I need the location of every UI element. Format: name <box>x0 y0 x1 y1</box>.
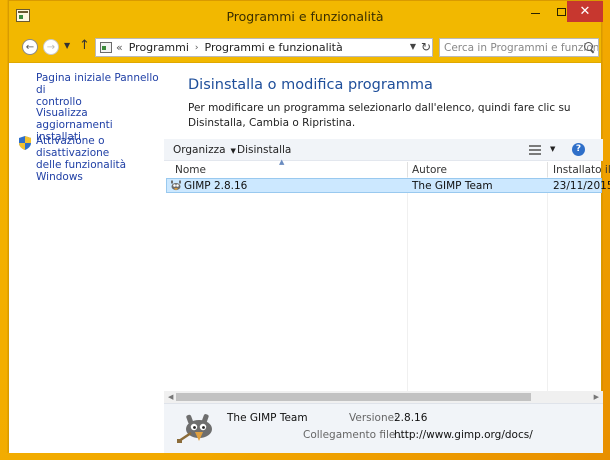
column-gridline <box>547 177 548 391</box>
column-divider[interactable] <box>407 162 408 177</box>
main-content: Disinstalla o modifica programma Per mod… <box>164 64 610 453</box>
arrow-right-icon: → <box>46 41 56 53</box>
close-button[interactable]: ✕ <box>567 1 603 22</box>
column-header-name[interactable]: Nome <box>175 164 206 176</box>
chevron-down-icon: ▼ <box>230 147 236 155</box>
minimize-button[interactable] <box>521 1 549 22</box>
column-gridline <box>407 177 408 391</box>
recent-locations-dropdown[interactable]: ▼ <box>64 41 70 50</box>
column-header-publisher[interactable]: Autore <box>412 164 447 176</box>
organize-button[interactable]: Organizza ▼ <box>173 144 236 156</box>
shield-icon <box>19 136 31 150</box>
row-name: GIMP 2.8.16 <box>184 180 248 192</box>
details-publisher: The GIMP Team <box>227 412 308 424</box>
list-header: ▲ Nome Autore Installato il <box>164 158 610 177</box>
window-title: Programmi e funzionalità <box>226 9 384 24</box>
horizontal-scrollbar[interactable]: ◀ ▶ <box>164 391 603 403</box>
view-options-icon[interactable] <box>529 145 541 155</box>
sidebar-link-control-panel-home[interactable]: Pagina iniziale Pannello di controllo <box>36 72 164 108</box>
details-version-label: Versione: <box>349 412 398 424</box>
chevron-down-icon[interactable]: ▼ <box>410 42 416 51</box>
page-title: Disinstalla o modifica programma <box>188 77 433 93</box>
details-pane: The GIMP Team Versione: 2.8.16 Collegame… <box>164 403 603 453</box>
column-header-installed[interactable]: Installato il <box>553 164 610 176</box>
sidebar-link-windows-features[interactable]: Attivazione o disattivazione delle funzi… <box>36 135 164 183</box>
program-features-window: Programmi e funzionalità ✕ ← → ▼ ↑ « Pro… <box>8 0 610 453</box>
search-input[interactable]: Cerca in Programmi e funzion... <box>439 38 599 57</box>
details-version-value: 2.8.16 <box>394 412 428 424</box>
up-button[interactable]: ↑ <box>79 38 90 53</box>
breadcrumb-item-programmi-e-funzionalita[interactable]: Programmi e funzionalità <box>205 41 343 54</box>
search-placeholder: Cerca in Programmi e funzion... <box>444 42 599 54</box>
command-bar: Organizza ▼ Disinstalla ▼ ? <box>164 139 603 161</box>
title-bar[interactable]: Programmi e funzionalità ✕ <box>9 1 603 31</box>
maximize-icon <box>556 7 566 16</box>
scrollbar-thumb[interactable] <box>176 393 531 401</box>
help-icon[interactable]: ? <box>572 143 585 156</box>
sort-ascending-icon: ▲ <box>279 158 285 166</box>
row-publisher: The GIMP Team <box>412 180 493 192</box>
column-divider[interactable] <box>547 162 548 177</box>
chevron-down-icon[interactable]: ▼ <box>550 145 555 153</box>
arrow-left-icon: ← <box>25 41 35 53</box>
details-link-value[interactable]: http://www.gimp.org/docs/ <box>394 429 533 441</box>
scroll-left-icon[interactable]: ◀ <box>168 393 173 401</box>
back-button[interactable]: ← <box>22 39 38 55</box>
sidebar: Pagina iniziale Pannello di controllo Vi… <box>9 64 164 453</box>
address-field[interactable]: « Programmi › Programmi e funzionalità ▼… <box>95 38 433 57</box>
scroll-right-icon[interactable]: ▶ <box>594 393 599 401</box>
breadcrumb-item-programmi[interactable]: Programmi <box>129 41 189 54</box>
minimize-icon <box>530 13 540 14</box>
search-icon[interactable] <box>584 42 595 53</box>
sidebar-link-label: Visualizza aggiornamenti <box>36 107 113 131</box>
close-icon: ✕ <box>579 4 591 19</box>
sidebar-link-label: delle funzionalità Windows <box>36 159 127 183</box>
organize-label: Organizza <box>173 144 226 156</box>
gimp-icon <box>171 180 181 191</box>
refresh-icon[interactable]: ↻ <box>421 40 431 54</box>
chevron-right-icon[interactable]: › <box>195 43 199 53</box>
forward-button[interactable]: → <box>43 39 59 55</box>
sidebar-link-label: Attivazione o disattivazione <box>36 135 110 159</box>
gimp-icon <box>177 414 212 443</box>
uninstall-button[interactable]: Disinstalla <box>237 144 291 156</box>
sidebar-link-label: Pagina iniziale Pannello di <box>36 72 159 96</box>
address-bar-row: ← → ▼ ↑ « Programmi › Programmi e funzio… <box>9 31 601 63</box>
page-description: Per modificare un programma selezionarlo… <box>188 102 571 129</box>
control-panel-icon <box>100 42 112 53</box>
row-installed-date: 23/11/2015 <box>553 180 610 192</box>
breadcrumb-overflow[interactable]: « <box>116 41 123 54</box>
details-link-label: Collegamento file ... <box>303 429 409 441</box>
table-row[interactable]: GIMP 2.8.16 The GIMP Team 23/11/2015 <box>166 178 610 193</box>
